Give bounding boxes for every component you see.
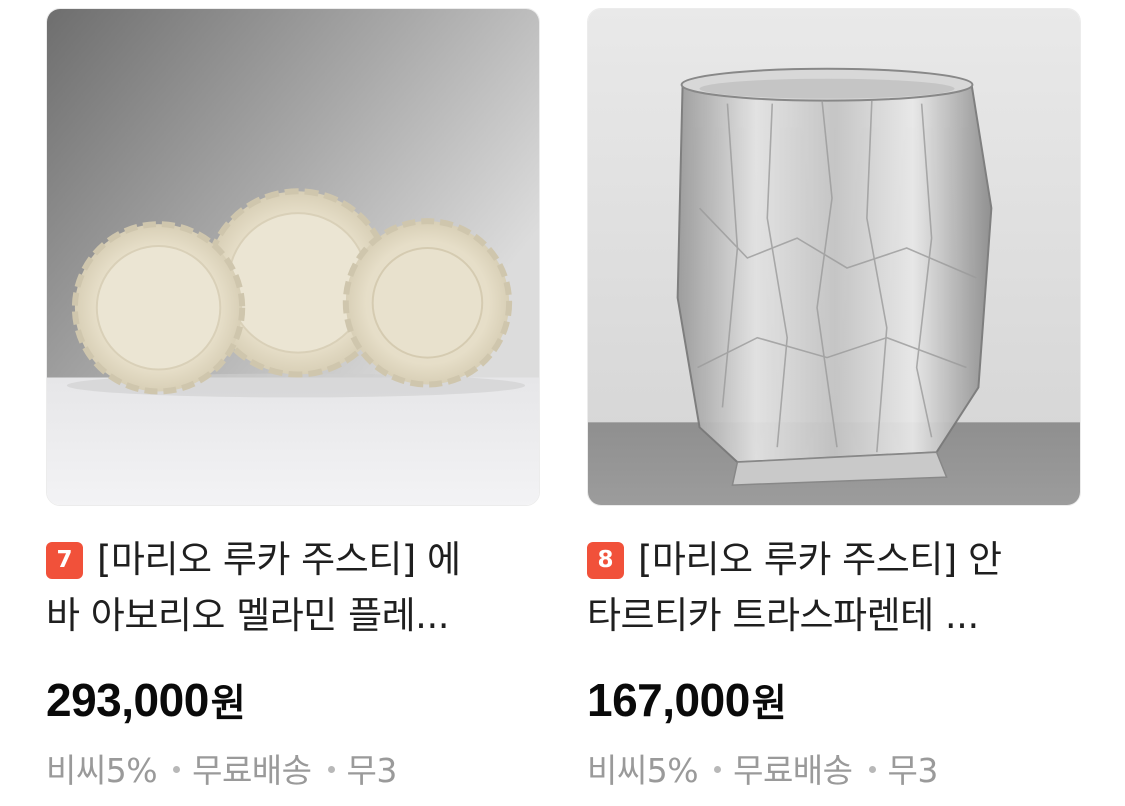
- separator-dot: [173, 766, 181, 773]
- rank-badge: 7: [46, 542, 83, 579]
- product-image[interactable]: [587, 8, 1081, 506]
- price-amount: 293,000: [46, 674, 209, 726]
- product-tags: 비씨5% 무료배송 무3: [46, 744, 397, 792]
- ice-bucket-image: [588, 9, 1080, 505]
- rank-badge: 8: [587, 542, 624, 579]
- tag-free-shipping: 무료배송: [192, 751, 312, 790]
- product-tags: 비씨5% 무료배송 무3: [587, 744, 938, 792]
- product-title[interactable]: 7 [마리오 루카 주스티] 에 바 아보리오 멜라민 플레...: [46, 532, 540, 662]
- tag-installment: 무3: [887, 751, 939, 790]
- product-grid: 7 [마리오 루카 주스티] 에 바 아보리오 멜라민 플레... 293,000…: [46, 8, 1082, 798]
- separator-dot: [714, 766, 722, 773]
- tag-installment: 무3: [346, 751, 398, 790]
- tag-card-discount: 비씨5%: [46, 751, 158, 790]
- price-currency: 원: [751, 681, 787, 725]
- product-title-line1: [마리오 루카 주스티] 에: [97, 538, 461, 581]
- product-price: 167,000원: [587, 672, 787, 727]
- product-title-line2: 타르티카 트라스파렌테 ...: [587, 594, 979, 637]
- product-image[interactable]: [46, 8, 540, 506]
- price-currency: 원: [210, 681, 246, 725]
- product-title-line1: [마리오 루카 주스티] 안: [638, 538, 1002, 581]
- product-card[interactable]: 8 [마리오 루카 주스티] 안 타르티카 트라스파렌테 ... 167,000원…: [587, 8, 1081, 798]
- tag-card-discount: 비씨5%: [587, 751, 699, 790]
- separator-dot: [868, 766, 876, 773]
- tag-free-shipping: 무료배송: [733, 751, 853, 790]
- separator-dot: [327, 766, 335, 773]
- plates-image: [47, 9, 539, 505]
- price-amount: 167,000: [587, 674, 750, 726]
- product-title-line2: 바 아보리오 멜라민 플레...: [46, 594, 449, 637]
- product-price: 293,000원: [46, 672, 246, 727]
- product-title[interactable]: 8 [마리오 루카 주스티] 안 타르티카 트라스파렌테 ...: [587, 532, 1081, 662]
- product-card[interactable]: 7 [마리오 루카 주스티] 에 바 아보리오 멜라민 플레... 293,000…: [46, 8, 540, 798]
